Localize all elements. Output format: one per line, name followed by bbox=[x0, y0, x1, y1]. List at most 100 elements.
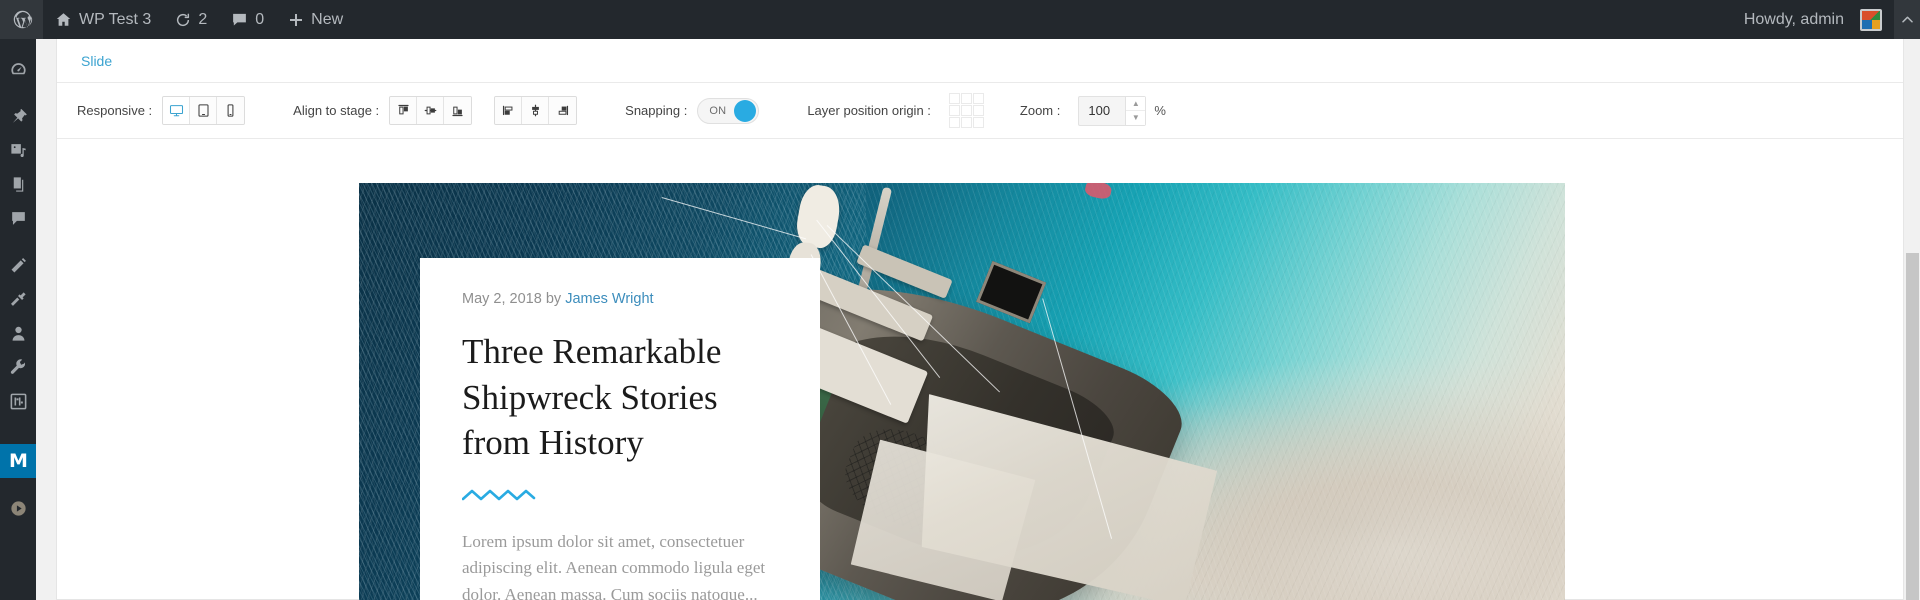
zoom-unit-label: % bbox=[1154, 103, 1166, 118]
align-left-icon bbox=[502, 105, 513, 116]
align-top-icon bbox=[398, 104, 409, 115]
layer-origin-group: Layer position origin : bbox=[807, 93, 984, 128]
align-left-button[interactable] bbox=[495, 97, 523, 124]
sidebar-item-master-slider[interactable]: M bbox=[0, 444, 44, 478]
slider-stage[interactable]: May 2, 2018 by James Wright Three Remark… bbox=[57, 140, 1903, 600]
responsive-label: Responsive : bbox=[77, 103, 153, 118]
master-slider-m-logo: M bbox=[9, 450, 28, 472]
sidebar-item-media[interactable] bbox=[0, 133, 36, 167]
paintbrush-icon bbox=[11, 257, 26, 272]
align-group: Align to stage : bbox=[293, 96, 578, 125]
snapping-group: Snapping : ON bbox=[625, 97, 760, 124]
pages-document-icon bbox=[13, 176, 23, 192]
comments-menu[interactable]: 0 bbox=[219, 0, 276, 39]
origin-cell-top-left[interactable] bbox=[948, 93, 960, 104]
sidebar-item-pages[interactable] bbox=[0, 167, 36, 201]
sidebar-divider-2 bbox=[0, 235, 36, 248]
scrollbar-thumb[interactable] bbox=[1906, 253, 1919, 600]
align-top-button[interactable] bbox=[390, 97, 418, 124]
zigzag-divider-icon bbox=[461, 489, 536, 500]
admin-content-wrap: Slide Responsive : Align to stage: Snap… bbox=[36, 39, 1920, 600]
new-content-label: New bbox=[311, 10, 344, 28]
pin-icon bbox=[12, 108, 27, 123]
origin-cell-top-right[interactable] bbox=[972, 93, 984, 104]
page-vertical-scrollbar[interactable] bbox=[1903, 39, 1920, 600]
sidebar-item-appearance[interactable] bbox=[0, 248, 36, 282]
sidebar-item-media-player[interactable] bbox=[0, 491, 36, 525]
zoom-input[interactable] bbox=[1079, 96, 1126, 125]
align-right-button[interactable] bbox=[549, 97, 577, 124]
origin-cell-middle-right[interactable] bbox=[972, 105, 984, 116]
tablet-icon bbox=[198, 104, 209, 117]
wp-logo-menu[interactable] bbox=[0, 0, 43, 39]
align-middle-icon bbox=[424, 106, 437, 115]
sidebar-item-settings[interactable] bbox=[0, 384, 36, 418]
wp-admin-bar: WP Test 3 2 0 New Howdy, admin bbox=[0, 0, 1920, 39]
scroll-up-button[interactable] bbox=[1894, 0, 1920, 39]
plug-icon bbox=[10, 291, 26, 306]
snapping-toggle-knob bbox=[734, 99, 757, 122]
editor-toolbar: Responsive : Align to stage: Snapping:… bbox=[57, 83, 1903, 139]
align-to-stage-label: Align to stage : bbox=[293, 103, 380, 118]
responsive-mobile-button[interactable] bbox=[217, 97, 245, 124]
sidebar-divider-4 bbox=[0, 431, 36, 444]
zoom-group: Zoom : ▲ ▼ % bbox=[1019, 95, 1166, 126]
phone-icon bbox=[227, 104, 234, 117]
tab-slide[interactable]: Slide bbox=[65, 44, 128, 78]
sidebar-item-users[interactable] bbox=[0, 316, 36, 350]
responsive-tablet-button[interactable] bbox=[190, 97, 218, 124]
responsive-button-set bbox=[162, 96, 246, 125]
home-icon bbox=[55, 11, 72, 28]
sidebar-item-tools[interactable] bbox=[0, 350, 36, 384]
settings-sliders-icon bbox=[10, 393, 26, 409]
responsive-desktop-button[interactable] bbox=[163, 97, 191, 124]
site-name-menu[interactable]: WP Test 3 bbox=[43, 0, 163, 39]
origin-cell-middle-left[interactable] bbox=[948, 105, 960, 116]
align-center-icon bbox=[531, 104, 539, 117]
media-photo-music-icon bbox=[10, 143, 26, 157]
zigzag-divider bbox=[461, 488, 778, 509]
comment-bubble-icon bbox=[231, 11, 248, 28]
site-name-label: WP Test 3 bbox=[79, 10, 152, 28]
align-right-icon bbox=[558, 105, 569, 116]
boat-rope-4 bbox=[661, 197, 807, 240]
origin-cell-bottom-left[interactable] bbox=[948, 117, 960, 128]
snapping-state-label: ON bbox=[709, 104, 727, 117]
sidebar-item-dashboard[interactable] bbox=[0, 52, 36, 86]
origin-cell-middle-center[interactable] bbox=[960, 105, 972, 116]
align-middle-button[interactable] bbox=[417, 97, 445, 124]
origin-cell-bottom-center[interactable] bbox=[960, 117, 972, 128]
updates-menu[interactable]: 2 bbox=[163, 0, 219, 39]
slide-meta-date: May 2, 2018 by bbox=[462, 291, 562, 307]
sidebar-item-plugins[interactable] bbox=[0, 282, 36, 316]
origin-cell-top-center[interactable] bbox=[960, 93, 972, 104]
align-center-button[interactable] bbox=[522, 97, 550, 124]
layer-origin-grid[interactable] bbox=[948, 93, 984, 128]
snapping-toggle[interactable]: ON bbox=[697, 97, 760, 124]
slide-canvas[interactable]: May 2, 2018 by James Wright Three Remark… bbox=[359, 183, 1565, 600]
boat-flag bbox=[1083, 183, 1113, 201]
play-circle-icon bbox=[10, 500, 26, 516]
chevron-up-icon bbox=[1901, 16, 1913, 23]
zoom-label: Zoom : bbox=[1019, 103, 1061, 118]
slide-meta-author[interactable]: James Wright bbox=[565, 291, 653, 307]
zoom-decrement-button[interactable]: ▼ bbox=[1126, 111, 1145, 125]
sidebar-item-posts[interactable] bbox=[0, 99, 36, 133]
snapping-label: Snapping : bbox=[625, 103, 688, 118]
zoom-stepper[interactable]: ▲ ▼ bbox=[1078, 95, 1147, 126]
new-content-menu[interactable]: New bbox=[276, 0, 355, 39]
wordpress-logo-icon bbox=[12, 9, 33, 30]
adminbar-right-group: Howdy, admin bbox=[1732, 0, 1920, 39]
origin-cell-bottom-right[interactable] bbox=[972, 117, 984, 128]
slide-text-card[interactable]: May 2, 2018 by James Wright Three Remark… bbox=[420, 258, 820, 600]
sidebar-divider-3 bbox=[0, 418, 36, 431]
avatar bbox=[1860, 8, 1882, 31]
sidebar-item-comments[interactable] bbox=[0, 201, 36, 235]
my-account-menu[interactable]: Howdy, admin bbox=[1732, 0, 1894, 39]
sidebar-divider-5 bbox=[0, 478, 36, 491]
slider-editor-panel: Slide Responsive : Align to stage: Snap… bbox=[56, 39, 1904, 600]
zoom-increment-button[interactable]: ▲ bbox=[1126, 97, 1146, 111]
align-bottom-button[interactable] bbox=[444, 97, 472, 124]
dashboard-gauge-icon bbox=[10, 62, 26, 74]
align-vertical-button-set bbox=[389, 96, 473, 125]
